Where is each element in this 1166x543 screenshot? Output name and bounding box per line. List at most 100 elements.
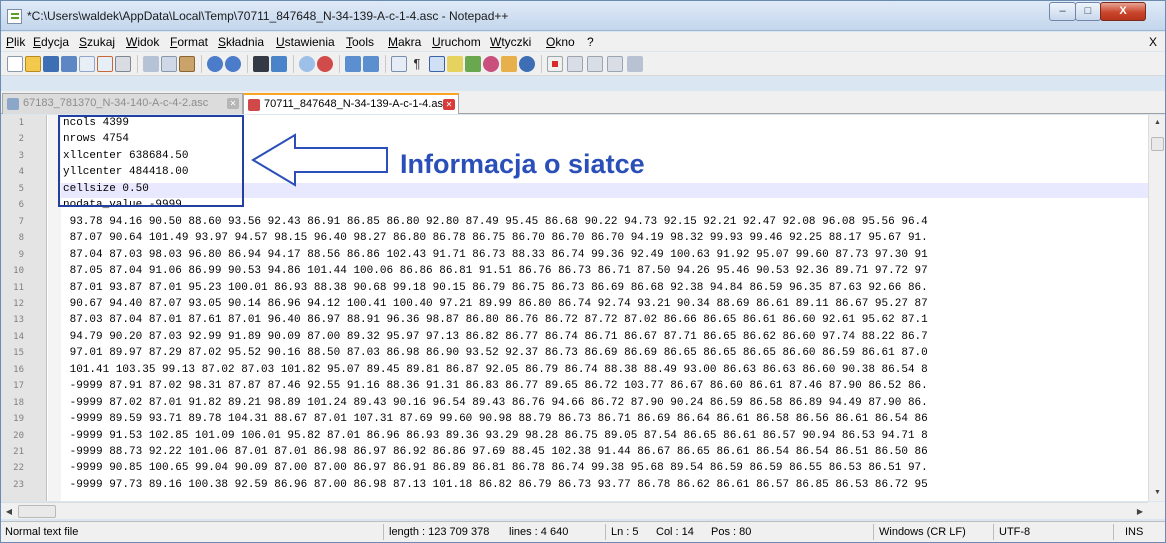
code-line[interactable]: 87.05 87.04 91.06 86.99 90.53 94.86 101.… <box>63 265 1148 278</box>
menu-plik[interactable]: Plik <box>6 35 25 49</box>
play-macro-icon[interactable] <box>587 56 603 72</box>
redo-icon[interactable] <box>225 56 241 72</box>
toolbar-separator <box>293 55 294 73</box>
menu-format[interactable]: Format <box>170 35 208 49</box>
folder-workspace-icon[interactable] <box>501 56 517 72</box>
close-window-button[interactable]: X <box>1100 2 1146 21</box>
tab-close-icon[interactable]: ✕ <box>227 98 239 109</box>
line-number: 6 <box>18 200 24 211</box>
vertical-scroll-thumb[interactable] <box>1151 137 1164 151</box>
horizontal-scrollbar[interactable]: ◀ ▶ <box>1 502 1148 519</box>
menu-okno[interactable]: Okno <box>546 35 575 49</box>
code-line[interactable]: -9999 87.02 87.01 91.82 89.21 98.89 101.… <box>63 397 1148 410</box>
code-line[interactable]: -9999 90.85 100.65 99.04 90.09 87.00 87.… <box>63 462 1148 475</box>
status-insert-mode[interactable]: INS <box>1125 526 1143 538</box>
code-line[interactable]: 87.03 87.04 87.01 87.61 87.01 96.40 86.9… <box>63 314 1148 327</box>
tab-label: 70711_847648_N-34-139-A-c-1-4.asc <box>264 98 449 110</box>
menu-tools[interactable]: Tools <box>346 35 374 49</box>
code-line[interactable]: 101.41 103.35 99.13 87.02 87.03 101.82 9… <box>63 364 1148 377</box>
maximize-button[interactable]: □ <box>1075 2 1101 21</box>
menu-widok[interactable]: Widok <box>126 35 159 49</box>
scroll-down-icon[interactable]: ▼ <box>1149 485 1165 501</box>
status-ln: Ln : 5 <box>611 526 639 538</box>
status-encoding[interactable]: UTF-8 <box>999 526 1030 538</box>
scroll-left-icon[interactable]: ◀ <box>1 503 17 520</box>
code-line[interactable]: 90.67 94.40 87.07 93.05 90.14 86.96 94.1… <box>63 298 1148 311</box>
undo-icon[interactable] <box>207 56 223 72</box>
doc-map-icon[interactable] <box>465 56 481 72</box>
status-pos: Pos : 80 <box>711 526 752 538</box>
stop-macro-icon[interactable] <box>567 56 583 72</box>
menu-wtyczki[interactable]: Wtyczki <box>490 35 531 49</box>
menu-skladnia[interactable]: Składnia <box>218 35 264 49</box>
code-line[interactable]: 97.01 89.97 87.29 87.02 95.52 90.16 88.5… <box>63 347 1148 360</box>
horizontal-scroll-thumb[interactable] <box>18 505 56 518</box>
tab-70711-847648[interactable]: 70711_847648_N-34-139-A-c-1-4.asc ✕ <box>243 93 459 114</box>
print-icon[interactable] <box>115 56 131 72</box>
status-separator <box>1113 524 1114 540</box>
line-number: 5 <box>18 183 24 194</box>
code-line[interactable]: -9999 87.91 87.02 98.31 87.87 87.46 92.5… <box>63 380 1148 393</box>
close-all-icon[interactable] <box>97 56 113 72</box>
zoom-in-icon[interactable] <box>299 56 315 72</box>
tab-67183-781370[interactable]: 67183_781370_N-34-140-A-c-4-2.asc ✕ <box>2 93 243 114</box>
status-separator <box>873 524 874 540</box>
tab-close-icon[interactable]: ✕ <box>443 99 455 110</box>
copy-icon[interactable] <box>161 56 177 72</box>
document-tab-bar: 67183_781370_N-34-140-A-c-4-2.asc ✕ 7071… <box>1 91 1165 114</box>
open-file-icon[interactable] <box>25 56 41 72</box>
scroll-up-icon[interactable]: ▲ <box>1149 115 1165 131</box>
menu-szukaj[interactable]: Szukaj <box>79 35 115 49</box>
run-macro-multiple-icon[interactable] <box>607 56 623 72</box>
menu-help[interactable]: ? <box>587 35 594 49</box>
sync-vertical-icon[interactable] <box>345 56 361 72</box>
scroll-right-icon[interactable]: ▶ <box>1132 503 1148 520</box>
sync-horizontal-icon[interactable] <box>363 56 379 72</box>
title-bar[interactable]: *C:\Users\waldek\AppData\Local\Temp\7071… <box>1 1 1165 31</box>
monitoring-eye-icon[interactable] <box>519 56 535 72</box>
save-macro-icon[interactable] <box>627 56 643 72</box>
close-document-button[interactable]: X <box>1149 35 1157 49</box>
function-list-icon[interactable] <box>483 56 499 72</box>
code-line[interactable]: 93.78 94.16 90.50 88.60 93.56 92.43 86.9… <box>63 216 1148 229</box>
paste-icon[interactable] <box>179 56 195 72</box>
tab-label: 67183_781370_N-34-140-A-c-4-2.asc <box>23 97 209 109</box>
zoom-out-icon[interactable] <box>317 56 333 72</box>
vertical-scrollbar[interactable]: ▲ ▼ <box>1148 115 1165 501</box>
line-number: 22 <box>13 463 24 474</box>
record-macro-icon[interactable] <box>547 56 563 72</box>
save-all-icon[interactable] <box>61 56 77 72</box>
code-line[interactable]: 87.07 90.64 101.49 93.97 94.57 98.15 96.… <box>63 232 1148 245</box>
code-line[interactable]: -9999 91.53 102.85 101.09 106.01 95.82 8… <box>63 430 1148 443</box>
code-line[interactable]: -9999 88.73 92.22 101.06 87.01 87.01 86.… <box>63 446 1148 459</box>
replace-icon[interactable] <box>271 56 287 72</box>
status-eol[interactable]: Windows (CR LF) <box>879 526 966 538</box>
code-line[interactable]: 94.79 90.20 87.03 92.99 91.89 90.09 87.0… <box>63 331 1148 344</box>
show-all-chars-icon[interactable]: ¶ <box>409 56 425 72</box>
menu-ustawienia[interactable]: Ustawienia <box>276 35 335 49</box>
menu-edycja[interactable]: Edycja <box>33 35 69 49</box>
line-number: 4 <box>18 167 24 178</box>
notepadpp-app-icon[interactable] <box>7 9 22 24</box>
word-wrap-icon[interactable] <box>391 56 407 72</box>
toolbar-separator <box>339 55 340 73</box>
line-number: 23 <box>13 479 24 490</box>
indent-guide-icon[interactable] <box>429 56 445 72</box>
user-language-icon[interactable] <box>447 56 463 72</box>
menu-uruchom[interactable]: Uruchom <box>432 35 481 49</box>
code-line[interactable]: 87.01 93.87 87.01 95.23 100.01 86.93 88.… <box>63 282 1148 295</box>
minimize-button[interactable]: – <box>1049 2 1076 21</box>
code-line[interactable]: -9999 89.59 93.71 89.78 104.31 88.67 87.… <box>63 413 1148 426</box>
code-line[interactable]: -9999 97.73 89.16 100.38 92.59 86.96 87.… <box>63 479 1148 492</box>
saved-file-icon <box>7 98 19 110</box>
menu-makra[interactable]: Makra <box>388 35 421 49</box>
close-file-icon[interactable] <box>79 56 95 72</box>
toolbar-separator <box>137 55 138 73</box>
find-icon[interactable] <box>253 56 269 72</box>
cut-icon[interactable] <box>143 56 159 72</box>
line-number: 16 <box>13 364 24 375</box>
new-file-icon[interactable] <box>7 56 23 72</box>
code-line[interactable]: 87.04 87.03 98.03 96.80 86.94 94.17 88.5… <box>63 249 1148 262</box>
save-icon[interactable] <box>43 56 59 72</box>
header-highlight-box <box>58 115 244 207</box>
